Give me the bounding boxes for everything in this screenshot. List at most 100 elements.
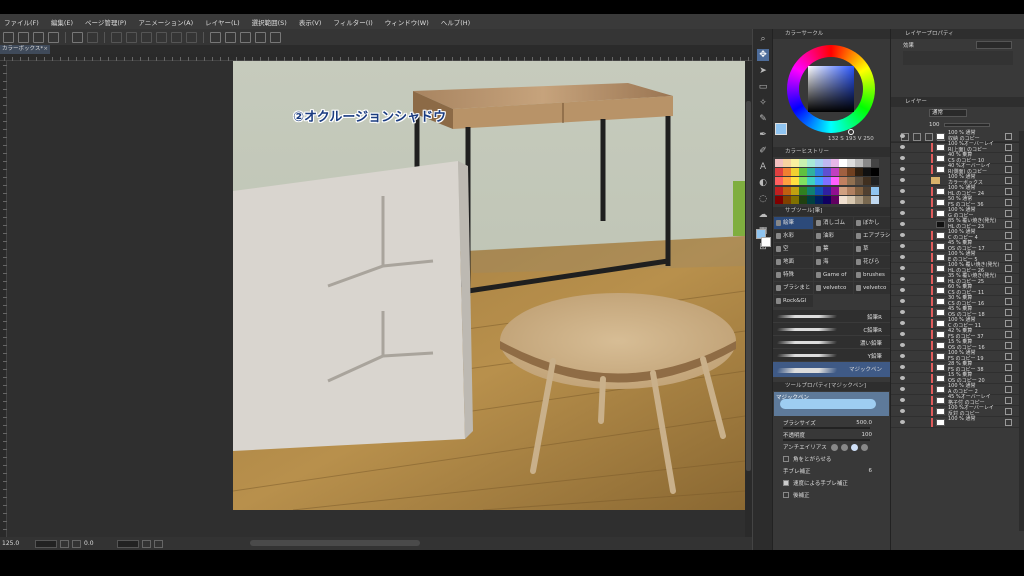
undo-icon[interactable] [72, 31, 83, 43]
deselect-icon[interactable] [156, 31, 167, 43]
canvas-workspace[interactable]: ②オクルージョンシャドウ [7, 61, 752, 537]
current-color-swatch[interactable] [775, 123, 787, 135]
brush-item[interactable]: C鉛筆R [773, 323, 890, 336]
color-history-swatch[interactable] [871, 159, 879, 167]
auto-select-icon[interactable]: ✧ [757, 97, 769, 109]
antialias-options[interactable] [831, 443, 868, 451]
subtool-group-velvet-2[interactable]: velvetco [854, 282, 893, 294]
color-history-swatch[interactable] [783, 177, 791, 186]
clip-icon[interactable] [1005, 232, 1012, 239]
subtool-group-petal[interactable]: 花びら [854, 256, 893, 268]
eye-icon[interactable] [900, 211, 905, 215]
eye-icon[interactable] [900, 167, 905, 171]
subtool-group-game[interactable]: Game of [814, 269, 853, 281]
color-history-swatch[interactable] [871, 177, 879, 186]
color-history-swatch[interactable] [799, 159, 807, 167]
color-history-swatch[interactable] [775, 186, 783, 195]
subtool-group-painting[interactable]: 絵筆 [774, 217, 813, 229]
zoom-in-icon[interactable] [72, 539, 81, 548]
eye-icon[interactable] [900, 398, 905, 402]
eye-icon[interactable] [900, 233, 905, 237]
color-history-swatch[interactable] [839, 195, 847, 204]
clipboard-icon[interactable] [255, 31, 266, 43]
speed-stabilization-row[interactable]: 速度による手ブレ補正 [773, 477, 890, 489]
color-history-swatch[interactable] [815, 186, 823, 195]
open-file-icon[interactable] [18, 31, 29, 43]
subtool-group-velvet-1[interactable]: velvetco [814, 282, 853, 294]
brush-item[interactable]: Y鉛筆 [773, 349, 890, 362]
subtool-group-ground[interactable]: 地面 [774, 256, 813, 268]
eye-icon[interactable] [900, 343, 905, 347]
color-history-swatch[interactable] [847, 159, 855, 167]
color-history-swatch[interactable] [823, 186, 831, 195]
tab-close-icon[interactable]: × [43, 45, 48, 54]
clip-icon[interactable] [1005, 342, 1012, 349]
clip-icon[interactable] [1005, 331, 1012, 338]
flip-vertical-icon[interactable] [154, 539, 163, 548]
menu-file[interactable]: ファイル(F) [4, 17, 39, 27]
illustration-canvas[interactable]: ②オクルージョンシャドウ [233, 61, 745, 510]
eye-icon[interactable] [900, 409, 905, 413]
color-history-swatch[interactable] [823, 168, 831, 177]
eye-icon[interactable] [900, 156, 905, 160]
operation-tool-icon[interactable]: ➤ [757, 65, 769, 77]
color-history-swatch[interactable] [839, 177, 847, 186]
layer-row[interactable]: 100 % 通常 [891, 416, 1024, 428]
pen-pressure-icon[interactable] [270, 31, 281, 43]
sharpen-corners-row[interactable]: 角をとがらせる [773, 453, 890, 465]
color-history-swatch[interactable] [855, 168, 863, 177]
color-history-swatch[interactable] [799, 177, 807, 186]
color-history-swatch[interactable] [791, 177, 799, 186]
color-history-swatch[interactable] [831, 186, 839, 195]
ruler-snap-icon[interactable] [210, 31, 221, 43]
save-icon[interactable] [33, 31, 44, 43]
canvas-horizontal-scrollbar[interactable] [250, 540, 420, 546]
effect-dropdown[interactable] [976, 41, 1012, 49]
menu-help[interactable]: ヘルプ(H) [441, 17, 470, 27]
clip-icon[interactable] [1005, 353, 1012, 360]
zoom-value[interactable]: 125.0 [2, 540, 32, 547]
clip-icon[interactable] [1005, 265, 1012, 272]
color-history-swatch[interactable] [783, 159, 791, 167]
brush-item[interactable]: 鉛筆R [773, 310, 890, 323]
clip-icon[interactable] [1005, 144, 1012, 151]
menu-page[interactable]: ページ管理(P) [85, 17, 126, 27]
invert-selection-icon[interactable] [171, 31, 182, 43]
brush-size-value[interactable]: 500.0 [856, 420, 872, 426]
eye-icon[interactable] [900, 365, 905, 369]
eye-icon[interactable] [900, 288, 905, 292]
clip-icon[interactable] [1005, 188, 1012, 195]
clip-icon[interactable] [1005, 397, 1012, 404]
color-history-swatch[interactable] [863, 177, 871, 186]
special-ruler-snap-icon[interactable] [225, 31, 236, 43]
color-history-swatch[interactable] [815, 168, 823, 177]
color-history-swatch[interactable] [807, 177, 815, 186]
subtool-group-brushes[interactable]: brushes [854, 269, 893, 281]
eye-icon[interactable] [900, 277, 905, 281]
eye-icon[interactable] [900, 255, 905, 259]
selection-tool-icon[interactable]: ▭ [757, 81, 769, 93]
clip-icon[interactable] [1005, 320, 1012, 327]
color-history-swatch[interactable] [847, 195, 855, 204]
clip-icon[interactable] [1005, 177, 1012, 184]
eye-icon[interactable] [900, 299, 905, 303]
color-history-swatch[interactable] [815, 177, 823, 186]
eyedropper-icon[interactable]: ✎ [757, 113, 769, 125]
crop-icon[interactable] [186, 31, 197, 43]
color-history-swatch[interactable] [791, 159, 799, 167]
subtool-group-brush-set[interactable]: ブラシまと [774, 282, 813, 294]
color-history-swatch[interactable] [775, 159, 783, 167]
zoom-slider[interactable] [35, 539, 57, 548]
layer-list-scrollbar[interactable] [1019, 131, 1024, 531]
stabilization-row[interactable]: 手ブレ補正 6 [773, 465, 890, 477]
zoom-out-icon[interactable] [60, 539, 69, 548]
eye-icon[interactable] [900, 222, 905, 226]
move-tool-icon[interactable]: ✥ [757, 49, 769, 61]
rotation-value[interactable]: 0.0 [84, 540, 114, 547]
clip-icon[interactable] [1005, 199, 1012, 206]
color-history-swatch[interactable] [855, 159, 863, 167]
clip-icon[interactable] [1005, 243, 1012, 250]
menu-window[interactable]: ウィンドウ(W) [385, 17, 429, 27]
tab-document[interactable]: カラーボックス* × [0, 45, 50, 54]
color-history-swatch[interactable] [839, 186, 847, 195]
